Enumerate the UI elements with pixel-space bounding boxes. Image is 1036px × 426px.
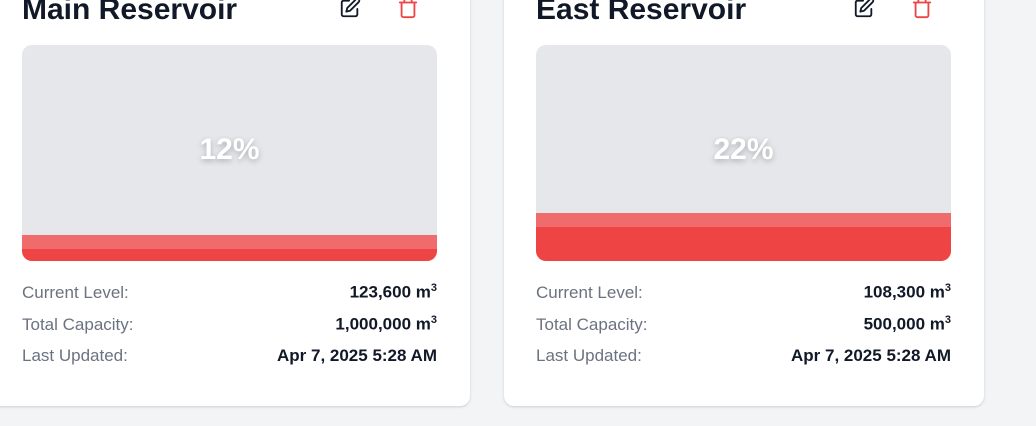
last-updated-row: Last Updated: Apr 7, 2025 5:28 AM: [536, 346, 951, 378]
current-level-label: Current Level:: [536, 282, 643, 302]
water-surface: [536, 213, 951, 228]
water-fill: [22, 235, 437, 261]
edit-button[interactable]: [336, 0, 364, 22]
current-level-value: 108,300 m3: [863, 282, 951, 302]
trash-icon: [912, 0, 932, 19]
water-fill: [536, 213, 951, 261]
total-capacity-row: Total Capacity: 500,000 m3: [536, 314, 951, 346]
edit-button[interactable]: [850, 0, 878, 22]
water-surface: [22, 235, 437, 250]
total-capacity-label: Total Capacity:: [22, 314, 134, 334]
current-level-value: 123,600 m3: [349, 282, 437, 302]
total-capacity-value: 1,000,000 m3: [335, 314, 437, 334]
current-level-row: Current Level: 123,600 m3: [22, 282, 437, 314]
fill-percentage: 22%: [713, 133, 774, 166]
total-capacity-row: Total Capacity: 1,000,000 m3: [22, 314, 437, 346]
last-updated-label: Last Updated:: [22, 346, 128, 365]
current-level-row: Current Level: 108,300 m3: [536, 282, 951, 314]
last-updated-row: Last Updated: Apr 7, 2025 5:28 AM: [22, 346, 437, 378]
last-updated-label: Last Updated:: [536, 346, 642, 365]
reservoir-stats: Current Level: 123,600 m3 Total Capacity…: [22, 282, 437, 378]
reservoir-card: East Reservoir 22% Current Level: 108,30…: [504, 0, 984, 406]
reservoir-title: East Reservoir: [536, 0, 747, 26]
delete-button[interactable]: [394, 0, 422, 22]
reservoir-title: Main Reservoir: [22, 0, 238, 26]
trash-icon: [398, 0, 418, 19]
edit-icon: [854, 0, 875, 18]
tank-gauge: 12%: [22, 45, 437, 261]
tank-gauge: 22%: [536, 45, 951, 261]
edit-icon: [340, 0, 361, 18]
delete-button[interactable]: [908, 0, 936, 22]
reservoir-card: Main Reservoir 12% Current Level: 123,60…: [0, 0, 470, 406]
current-level-label: Current Level:: [22, 282, 129, 302]
total-capacity-label: Total Capacity:: [536, 314, 648, 334]
last-updated-value: Apr 7, 2025 5:28 AM: [791, 346, 951, 365]
fill-percentage: 12%: [199, 133, 260, 166]
reservoir-stats: Current Level: 108,300 m3 Total Capacity…: [536, 282, 951, 378]
last-updated-value: Apr 7, 2025 5:28 AM: [277, 346, 437, 365]
total-capacity-value: 500,000 m3: [863, 314, 951, 334]
